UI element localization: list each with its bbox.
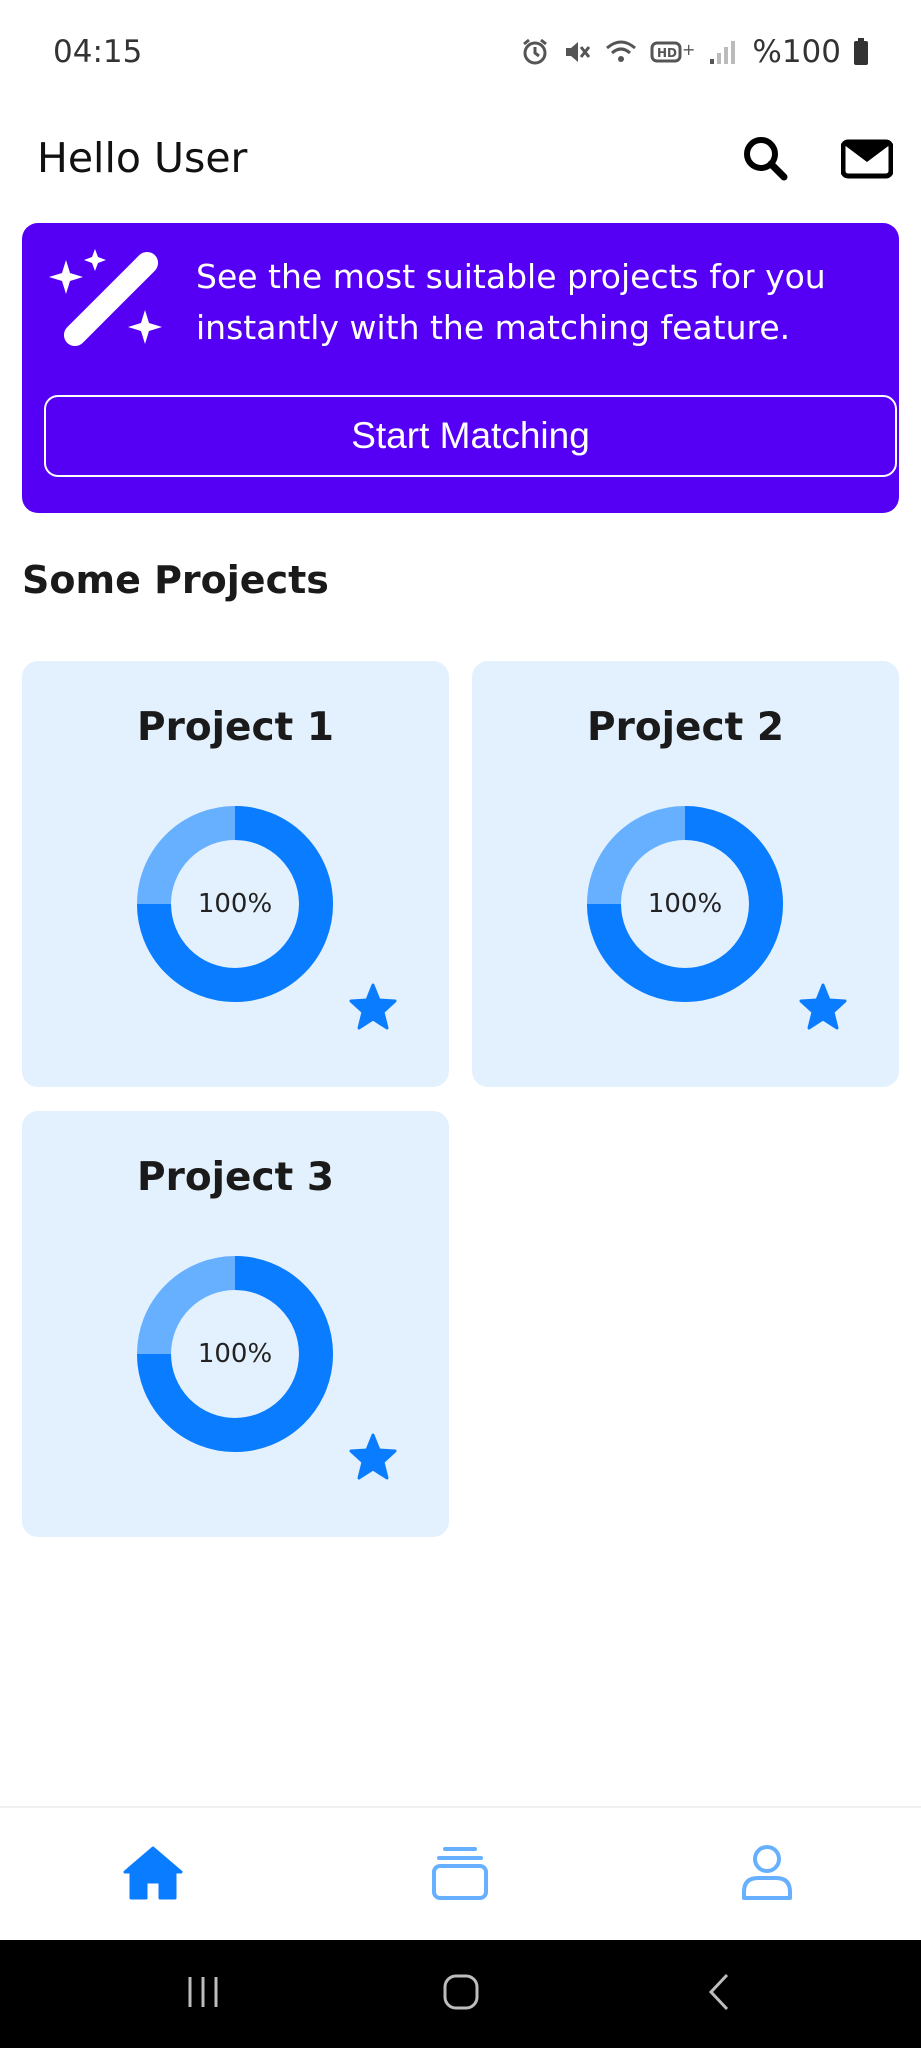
home-icon [122, 1845, 184, 1905]
hd-plus-icon: HD + [650, 37, 696, 67]
status-time: 04:15 [53, 34, 143, 70]
section-title: Some Projects [22, 558, 329, 602]
progress-label: 100% [647, 889, 723, 919]
nav-home[interactable] [83, 1808, 223, 1942]
system-navigation-bar [0, 1940, 921, 2048]
app-header: Hello User [0, 104, 921, 212]
recent-apps-button[interactable] [143, 1940, 263, 2048]
home-button[interactable] [401, 1940, 521, 2048]
start-matching-button[interactable]: Start Matching [44, 395, 897, 477]
mute-icon [562, 37, 592, 67]
svg-text:HD: HD [657, 46, 677, 60]
status-bar: 04:15 HD + %100 [0, 0, 921, 104]
profile-icon [740, 1844, 794, 1906]
nav-projects[interactable] [390, 1808, 530, 1942]
progress-label: 100% [197, 889, 273, 919]
status-icons: HD + %100 [520, 34, 869, 70]
favorite-star-icon[interactable] [348, 1433, 398, 1485]
wifi-icon [604, 37, 638, 67]
magic-wand-icon [44, 243, 172, 367]
favorite-star-icon[interactable] [348, 983, 398, 1035]
header-actions [741, 134, 893, 182]
project-card[interactable]: Project 3 100% [22, 1111, 449, 1537]
matching-promo-banner: See the most suitable projects for you i… [22, 223, 899, 513]
signal-icon [708, 37, 736, 67]
project-card[interactable]: Project 1 100% [22, 661, 449, 1087]
project-title: Project 3 [137, 1155, 334, 1200]
project-title: Project 1 [137, 705, 334, 750]
greeting-title: Hello User [37, 134, 248, 182]
battery-percent: %100 [752, 34, 841, 70]
favorite-star-icon[interactable] [798, 983, 848, 1035]
bottom-navigation [0, 1806, 921, 1940]
nav-profile[interactable] [697, 1808, 837, 1942]
project-title: Project 2 [587, 705, 784, 750]
project-card[interactable]: Project 2 100% [472, 661, 899, 1087]
progress-label: 100% [197, 1339, 273, 1369]
promo-description: See the most suitable projects for you i… [196, 257, 826, 347]
projects-stack-icon [431, 1845, 489, 1905]
alarm-icon [520, 37, 550, 67]
home-circle-icon [442, 1973, 480, 2015]
back-button[interactable] [659, 1940, 779, 2048]
recent-apps-icon [185, 1975, 221, 2013]
search-icon[interactable] [741, 134, 789, 182]
mail-icon[interactable] [841, 136, 893, 180]
back-chevron-icon [706, 1972, 732, 2016]
svg-text:+: + [682, 40, 695, 59]
battery-icon [853, 37, 869, 67]
